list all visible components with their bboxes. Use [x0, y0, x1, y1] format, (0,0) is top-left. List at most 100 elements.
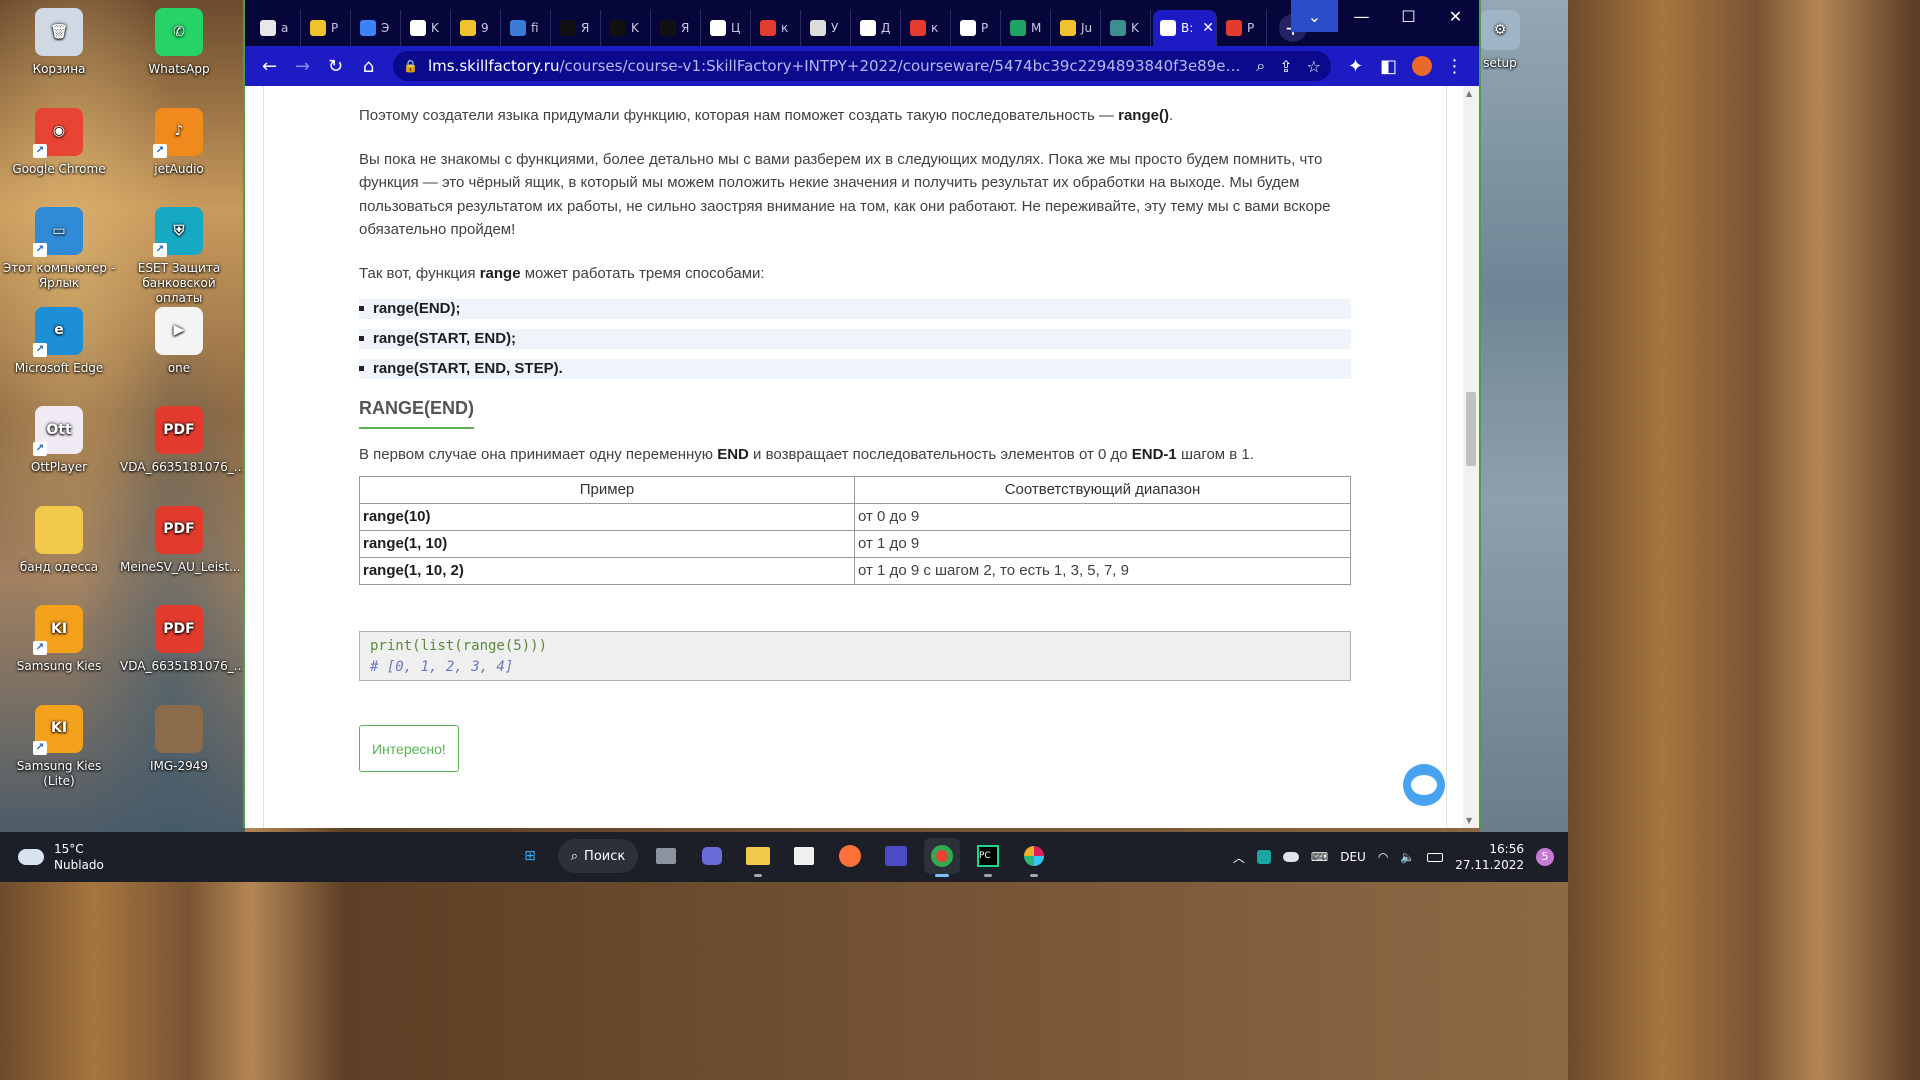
- browser-tab[interactable]: P: [953, 10, 1001, 46]
- table-row: range(1, 10) от 1 до 9: [359, 530, 1351, 558]
- browser-tab[interactable]: Э: [353, 10, 401, 46]
- back-button[interactable]: ←: [253, 50, 286, 82]
- app-tray-icon[interactable]: [1256, 850, 1271, 864]
- scroll-down-icon[interactable]: ▼: [1466, 816, 1472, 825]
- desktop-icon[interactable]: ◉ ↗ Google Chrome: [0, 107, 118, 177]
- browser-window: aPЭK9fiЯKЯЦкУДкPMJuKB:✕P + ⌄ — ☐ ✕ ← → ↻…: [243, 0, 1481, 828]
- tabs: a P Э K 9 fi Я K Я Цк У Дк P M Ju K B: ✕ P: [253, 10, 1269, 46]
- browser-tab[interactable]: Ц: [703, 10, 751, 46]
- clock[interactable]: 16:56 27.11.2022: [1455, 841, 1524, 873]
- page-scrollbar[interactable]: ▲ ▼: [1463, 86, 1479, 828]
- tab-title: P: [981, 21, 989, 35]
- browser-tab[interactable]: M: [1003, 10, 1051, 46]
- favicon-icon: [1010, 20, 1026, 36]
- minimize-button[interactable]: —: [1338, 0, 1385, 32]
- volume-icon[interactable]: 🔈: [1400, 850, 1415, 864]
- browser-tab[interactable]: K: [1103, 10, 1151, 46]
- profile-button[interactable]: [1405, 50, 1438, 82]
- desktop-icon[interactable]: ▭ ↗ Этот компьютер - Ярлык: [0, 207, 118, 291]
- desktop-icon[interactable]: ⛨ ↗ ESET Защита банковской оплаты: [120, 207, 238, 306]
- menu-button[interactable]: ⋮: [1438, 50, 1471, 82]
- slack-button[interactable]: [1016, 838, 1052, 877]
- desktop-icon[interactable]: ♪ ↗ jetAudio: [120, 107, 238, 177]
- desktop-icon[interactable]: PDF MeineSV_AU_Leist...: [120, 505, 240, 575]
- browser-tab[interactable]: к: [753, 10, 801, 46]
- desktop-icon[interactable]: PDF VDA_6635181076_...: [120, 605, 246, 674]
- battery-icon[interactable]: [1427, 852, 1444, 862]
- icon-glyph: ✆: [173, 23, 185, 40]
- home-button[interactable]: ⌂: [352, 50, 385, 82]
- keyboard-icon[interactable]: ⌨: [1311, 850, 1328, 864]
- desktop-icon[interactable]: e ↗ Microsoft Edge: [0, 306, 118, 376]
- forward-button[interactable]: →: [286, 50, 319, 82]
- interesting-button[interactable]: Интересно!: [359, 725, 459, 772]
- file-explorer-button[interactable]: [740, 838, 776, 877]
- star-icon[interactable]: ☆: [1307, 57, 1321, 76]
- chat-widget-button[interactable]: [1403, 764, 1445, 806]
- taskbar-search[interactable]: ⌕ Поиск: [558, 839, 638, 873]
- notification-badge[interactable]: 5: [1536, 848, 1554, 866]
- inline-code-range: range(): [1118, 107, 1169, 124]
- share-icon[interactable]: ⇪: [1279, 57, 1292, 76]
- desktop-icon-label: VDA_6635181076_...: [120, 659, 246, 673]
- folder-icon: [746, 847, 770, 865]
- close-tab-icon[interactable]: ✕: [1202, 20, 1214, 36]
- start-button[interactable]: ⊞: [512, 838, 548, 874]
- icon-glyph: ⛨: [173, 222, 185, 239]
- browser-tab[interactable]: Я: [653, 10, 701, 46]
- teams-button[interactable]: [694, 838, 730, 874]
- task-view-button[interactable]: [648, 838, 684, 874]
- browser-tab[interactable]: a: [253, 10, 301, 46]
- vpn-app-button[interactable]: [878, 838, 914, 874]
- tab-title: M: [1031, 21, 1042, 35]
- side-panel-button[interactable]: ◧: [1372, 50, 1405, 82]
- address-bar[interactable]: 🔒 lms.skillfactory.ru /courses/course-v1…: [393, 51, 1331, 81]
- close-window-button[interactable]: ✕: [1432, 0, 1479, 32]
- desktop-icon[interactable]: KI ↗ Samsung Kies: [0, 605, 118, 674]
- scroll-up-icon[interactable]: ▲: [1466, 89, 1472, 98]
- zoom-icon[interactable]: ⌕: [1256, 56, 1265, 76]
- favicon-icon: [410, 20, 426, 36]
- desktop-icon[interactable]: KI ↗ Samsung Kies (Lite): [0, 704, 118, 789]
- scrollbar-thumb[interactable]: [1466, 392, 1476, 466]
- browser-tab[interactable]: 9: [453, 10, 501, 46]
- weather-widget[interactable]: 15°C Nublado: [18, 841, 104, 873]
- maximize-button[interactable]: ☐: [1385, 0, 1432, 32]
- browser-tab[interactable]: к: [903, 10, 951, 46]
- browser-tab[interactable]: fi: [503, 10, 551, 46]
- browser-tab[interactable]: K: [603, 10, 651, 46]
- pycharm-button[interactable]: PC: [970, 838, 1006, 877]
- browser-tab[interactable]: P: [303, 10, 351, 46]
- browser-tab[interactable]: У: [803, 10, 851, 46]
- favicon-icon: [1226, 20, 1242, 36]
- browser-tab[interactable]: Д: [853, 10, 901, 46]
- desktop-icon[interactable]: ✆ WhatsApp: [120, 8, 238, 77]
- desktop-icon[interactable]: Ott ↗ OttPlayer: [0, 406, 118, 475]
- desktop-icon[interactable]: банд одесса: [0, 505, 118, 575]
- browser-tab[interactable]: Я: [553, 10, 601, 46]
- store-button[interactable]: [786, 838, 822, 874]
- browser-toolbar: ← → ↻ ⌂ 🔒 lms.skillfactory.ru /courses/c…: [245, 46, 1479, 86]
- chrome-taskbar-button[interactable]: [924, 838, 960, 877]
- tab-title: У: [831, 21, 839, 35]
- desktop-icon[interactable]: IMG-2949: [120, 704, 238, 774]
- desktop-icon[interactable]: ▶ one: [120, 306, 238, 376]
- desktop-icon[interactable]: PDF VDA_6635181076_...: [120, 406, 245, 475]
- browser-tab[interactable]: Ju: [1053, 10, 1101, 46]
- chevron-up-icon[interactable]: ︿: [1233, 849, 1245, 866]
- language-indicator[interactable]: DEU: [1340, 850, 1366, 864]
- firefox-button[interactable]: [832, 838, 868, 874]
- task-view-icon: [656, 848, 676, 864]
- browser-tab[interactable]: K: [403, 10, 451, 46]
- tab-search-button[interactable]: ⌄: [1291, 0, 1338, 32]
- desktop-icon-label: Samsung Kies (Lite): [16, 758, 102, 788]
- arrow-right-icon: →: [294, 55, 311, 77]
- extensions-button[interactable]: ✦: [1339, 50, 1372, 82]
- wifi-icon[interactable]: ◠: [1378, 850, 1388, 864]
- desktop-icon[interactable]: 🗑 Корзина: [0, 8, 118, 77]
- cloud-icon[interactable]: [1282, 852, 1299, 862]
- code-comment: # [0, 1, 2, 3, 4]: [370, 659, 514, 675]
- browser-tab[interactable]: B: ✕: [1153, 10, 1217, 46]
- browser-tab[interactable]: P: [1219, 10, 1267, 46]
- reload-button[interactable]: ↻: [319, 50, 352, 82]
